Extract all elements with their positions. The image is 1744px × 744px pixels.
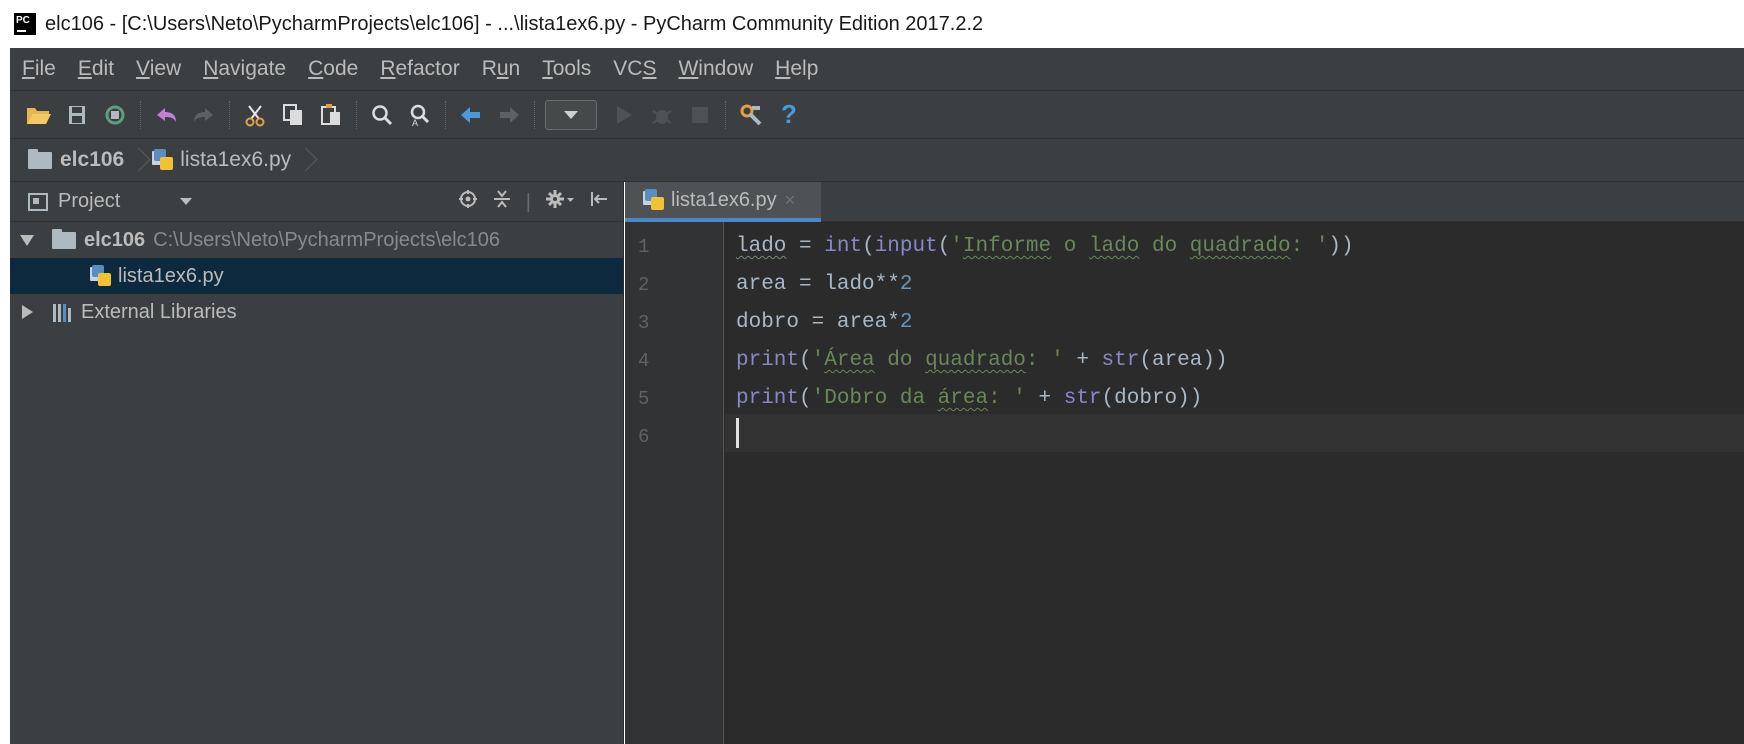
toolbar-separator (229, 100, 230, 129)
hide-panel-icon[interactable] (589, 189, 609, 215)
menu-run[interactable]: Run (482, 57, 521, 81)
code-line: lado = int(input('Informe o lado do quad… (736, 235, 1354, 258)
replace-icon[interactable]: A (405, 100, 435, 130)
project-view-icon (28, 192, 48, 211)
menu-window[interactable]: Window (678, 57, 753, 81)
python-file-icon (90, 265, 112, 287)
project-panel-tools: | (444, 182, 609, 222)
collapse-arrow-icon[interactable] (22, 305, 33, 319)
menu-vcs[interactable]: VCS (613, 57, 656, 81)
line-number: 6 (638, 426, 650, 448)
copy-icon[interactable] (278, 100, 308, 130)
view-selector-dropdown-icon[interactable] (180, 198, 193, 205)
gear-icon[interactable] (545, 189, 575, 215)
breadcrumb-project-label: elc106 (60, 148, 125, 171)
editor-tab-bar: lista1ex6.py × (625, 182, 1744, 222)
current-line-highlight (725, 414, 1744, 452)
expand-arrow-icon[interactable] (20, 234, 34, 246)
menu-help[interactable]: Help (775, 57, 818, 81)
code-line: print('Dobro da área: ' + str(dobro)) (736, 387, 1203, 410)
breadcrumb-file[interactable]: lista1ex6.py (152, 148, 291, 172)
window-title: elc106 - [C:\Users\Neto\PycharmProjects\… (45, 12, 984, 35)
menu-refactor[interactable]: Refactor (380, 57, 459, 81)
tree-item-project-root[interactable]: elc106 C:\Users\Neto\PycharmProjects\elc… (10, 222, 623, 258)
toolbar-separator (140, 100, 141, 129)
project-panel-header[interactable]: Project | (10, 182, 623, 222)
toolbar-separator (356, 100, 357, 129)
python-file-icon (643, 189, 665, 211)
line-number: 1 (638, 236, 650, 258)
editor-tab-label: lista1ex6.py (671, 188, 777, 211)
toolbar-separator (725, 100, 726, 129)
undo-icon[interactable] (151, 100, 181, 130)
line-number-gutter: 1 2 3 4 5 6 (625, 222, 724, 744)
svg-text:A: A (412, 118, 418, 127)
breadcrumb-separator (299, 147, 311, 173)
toolbar-divider: | (525, 190, 531, 213)
line-number: 2 (638, 274, 650, 296)
cut-icon[interactable] (240, 100, 270, 130)
scroll-from-source-icon[interactable] (458, 189, 478, 215)
stop-icon[interactable] (685, 100, 715, 130)
breadcrumb-separator (132, 147, 144, 173)
settings-wrench-icon[interactable] (736, 100, 766, 130)
libraries-icon (53, 302, 73, 322)
run-icon[interactable] (609, 100, 639, 130)
tab-close-icon[interactable]: × (785, 190, 796, 211)
line-number: 4 (638, 350, 650, 372)
code-editor[interactable]: 1 2 3 4 5 6 lado = int(input('Informe o … (625, 222, 1744, 744)
redo-icon[interactable] (189, 100, 219, 130)
menu-navigate[interactable]: Navigate (203, 57, 286, 81)
pycharm-app-icon: PC (14, 13, 36, 35)
folder-icon (52, 228, 76, 249)
project-tool-window: Project | elc106 C:\Users\Neto\PycharmPr… (10, 182, 624, 744)
forward-icon[interactable] (494, 100, 524, 130)
tree-external-label: External Libraries (81, 300, 237, 323)
run-config-dropdown[interactable] (545, 99, 597, 130)
tree-item-file[interactable]: lista1ex6.py (10, 258, 623, 294)
code-line: area = lado**2 (736, 273, 913, 296)
window-title-bar: PC elc106 - [C:\Users\Neto\PycharmProjec… (0, 0, 1744, 48)
toolbar-separator (445, 100, 446, 129)
main-toolbar: A ? (10, 90, 1744, 138)
menu-tools[interactable]: Tools (542, 57, 591, 81)
help-icon[interactable]: ? (774, 99, 804, 130)
code-line: dobro = area*2 (736, 311, 913, 334)
folder-icon (28, 148, 52, 169)
tree-root-name: elc106 (84, 228, 146, 251)
sync-icon[interactable] (100, 100, 130, 130)
window-left-edge (0, 48, 10, 744)
menu-file[interactable]: File (22, 57, 56, 81)
collapse-all-icon[interactable] (492, 189, 512, 215)
menu-code[interactable]: Code (308, 57, 358, 81)
toolbar-separator (534, 100, 535, 129)
menu-bar: File Edit View Navigate Code Refactor Run Tools… (10, 48, 1744, 90)
line-number: 5 (638, 388, 650, 410)
save-icon[interactable] (62, 100, 92, 130)
open-folder-icon[interactable] (24, 100, 54, 130)
breadcrumb-file-label: lista1ex6.py (180, 148, 292, 171)
find-icon[interactable] (367, 100, 397, 130)
project-panel-title: Project (58, 190, 121, 212)
python-file-icon (152, 149, 174, 171)
tree-file-label: lista1ex6.py (118, 264, 224, 287)
editor-tab-active[interactable]: lista1ex6.py × (625, 182, 821, 222)
back-icon[interactable] (456, 100, 486, 130)
breadcrumb-project[interactable]: elc106 (28, 148, 124, 172)
tree-root-path: C:\Users\Neto\PycharmProjects\elc106 (153, 228, 500, 251)
tree-item-external-libraries[interactable]: External Libraries (10, 294, 623, 330)
menu-edit[interactable]: Edit (78, 57, 114, 81)
navigation-breadcrumb: elc106 lista1ex6.py (10, 138, 1744, 182)
menu-view[interactable]: View (136, 57, 181, 81)
text-caret (736, 418, 739, 448)
line-number: 3 (638, 312, 650, 334)
project-tree: elc106 C:\Users\Neto\PycharmProjects\elc… (10, 222, 623, 330)
debug-icon[interactable] (647, 100, 677, 130)
paste-icon[interactable] (316, 100, 346, 130)
code-line: print('Área do quadrado: ' + str(area)) (736, 349, 1228, 372)
